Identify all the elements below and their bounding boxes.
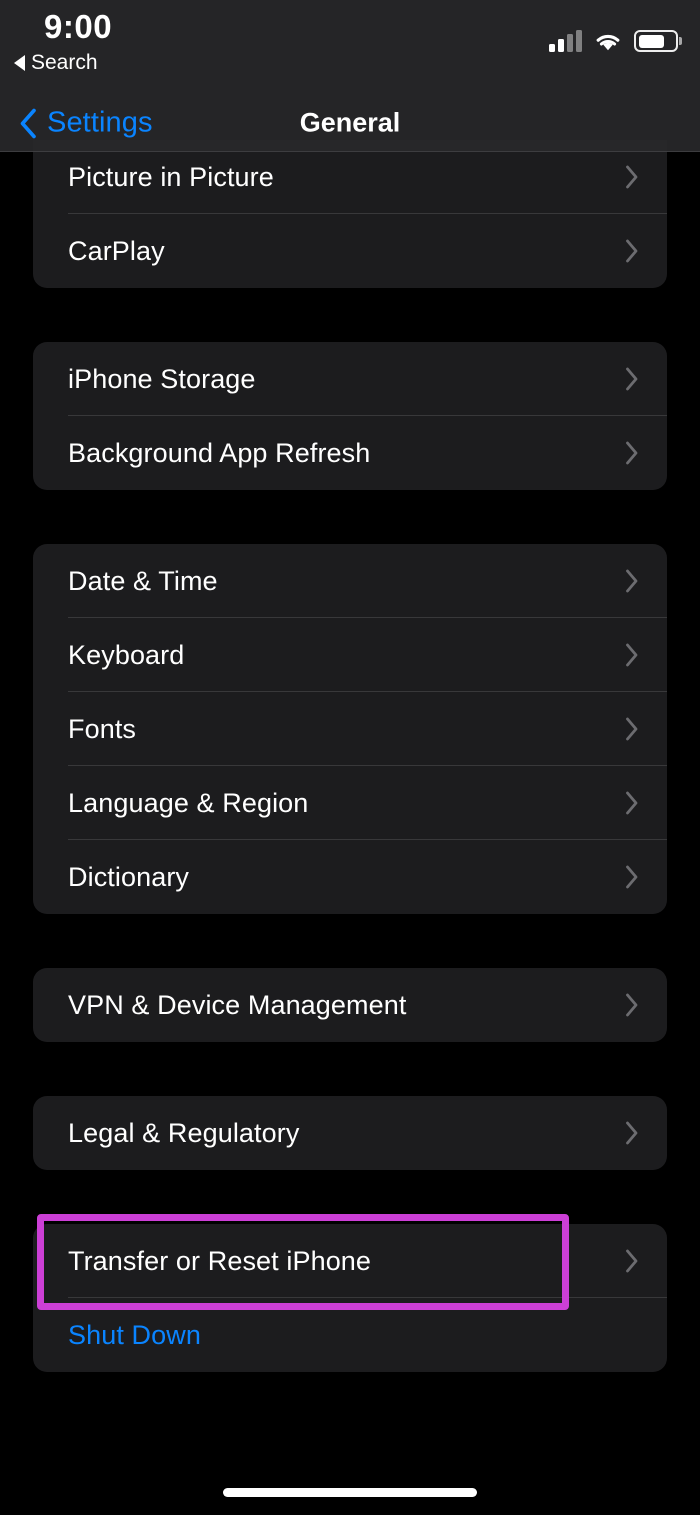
settings-scroll-view[interactable]: Picture in Picture CarPlay iPhone Storage B… (0, 0, 700, 1515)
list-item[interactable]: Fonts (33, 692, 667, 766)
chevron-right-icon (625, 367, 639, 391)
list-item[interactable]: iPhone Storage (33, 342, 667, 416)
list-item[interactable]: Background App Refresh (33, 416, 667, 490)
list-item-label: Legal & Regulatory (68, 1118, 299, 1149)
vpn-group: VPN & Device Management (33, 968, 667, 1042)
reset-group: Transfer or Reset iPhone Shut Down (33, 1224, 667, 1372)
list-item-label: Transfer or Reset iPhone (68, 1246, 371, 1277)
chevron-right-icon (625, 717, 639, 741)
list-item[interactable]: Legal & Regulatory (33, 1096, 667, 1170)
list-item[interactable]: Shut Down (33, 1298, 667, 1372)
chevron-right-icon (625, 993, 639, 1017)
chevron-right-icon (625, 1121, 639, 1145)
list-item-label: Fonts (68, 714, 136, 745)
list-item[interactable]: Transfer or Reset iPhone (33, 1224, 667, 1298)
chevron-right-icon (625, 791, 639, 815)
list-item-label: Picture in Picture (68, 162, 274, 193)
list-item[interactable]: Date & Time (33, 544, 667, 618)
list-item-label: VPN & Device Management (68, 990, 406, 1021)
list-item[interactable]: CarPlay (33, 214, 667, 288)
list-item[interactable]: Dictionary (33, 840, 667, 914)
legal-group: Legal & Regulatory (33, 1096, 667, 1170)
list-item-label: Date & Time (68, 566, 218, 597)
list-item-label: Dictionary (68, 862, 189, 893)
list-item[interactable]: VPN & Device Management (33, 968, 667, 1042)
navigation-bar: Settings General (0, 95, 700, 152)
display-group: Picture in Picture CarPlay (33, 140, 667, 288)
list-item-label: Shut Down (68, 1320, 201, 1351)
list-item[interactable]: Language & Region (33, 766, 667, 840)
chevron-right-icon (625, 239, 639, 263)
list-item-label: Background App Refresh (68, 438, 370, 469)
chevron-right-icon (625, 441, 639, 465)
list-item-label: CarPlay (68, 236, 165, 267)
page-title: General (0, 108, 700, 139)
list-item[interactable]: Keyboard (33, 618, 667, 692)
chevron-right-icon (625, 569, 639, 593)
chevron-right-icon (625, 165, 639, 189)
chevron-right-icon (625, 865, 639, 889)
list-item-label: Keyboard (68, 640, 184, 671)
chevron-right-icon (625, 1249, 639, 1273)
localization-group: Date & Time Keyboard Fonts Language & Regio… (33, 544, 667, 914)
list-item-label: Language & Region (68, 788, 308, 819)
list-item-label: iPhone Storage (68, 364, 256, 395)
iphone-screen: Picture in Picture CarPlay iPhone Storage B… (0, 0, 700, 1515)
chevron-right-icon (625, 643, 639, 667)
home-indicator[interactable] (223, 1488, 477, 1497)
storage-group: iPhone Storage Background App Refresh (33, 342, 667, 490)
